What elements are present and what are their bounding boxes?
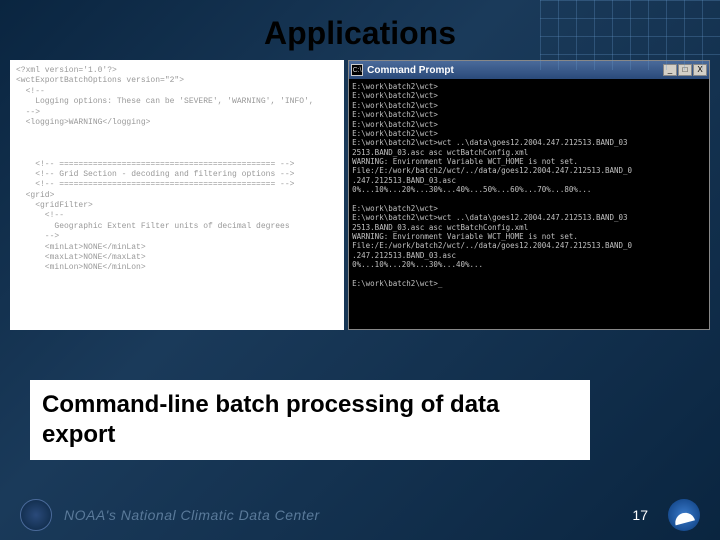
slide-footer: NOAA's National Climatic Data Center 17 <box>0 490 720 540</box>
command-prompt-icon: C:\ <box>351 64 363 76</box>
decorative-grid <box>540 0 720 70</box>
command-prompt-window: C:\ Command Prompt _ □ X E:\work\batch2\… <box>348 60 710 330</box>
noaa-logo-icon <box>668 499 700 531</box>
page-number: 17 <box>632 507 648 523</box>
command-prompt-output: E:\work\batch2\wct> E:\work\batch2\wct> … <box>349 79 709 329</box>
content-area: <?xml version='1.0'?> <wctExportBatchOpt… <box>0 60 720 330</box>
footer-text: NOAA's National Climatic Data Center <box>64 507 620 523</box>
dept-commerce-seal-icon <box>20 499 52 531</box>
slide-caption: Command-line batch processing of data ex… <box>30 380 590 460</box>
xml-source-pane: <?xml version='1.0'?> <wctExportBatchOpt… <box>10 60 344 330</box>
